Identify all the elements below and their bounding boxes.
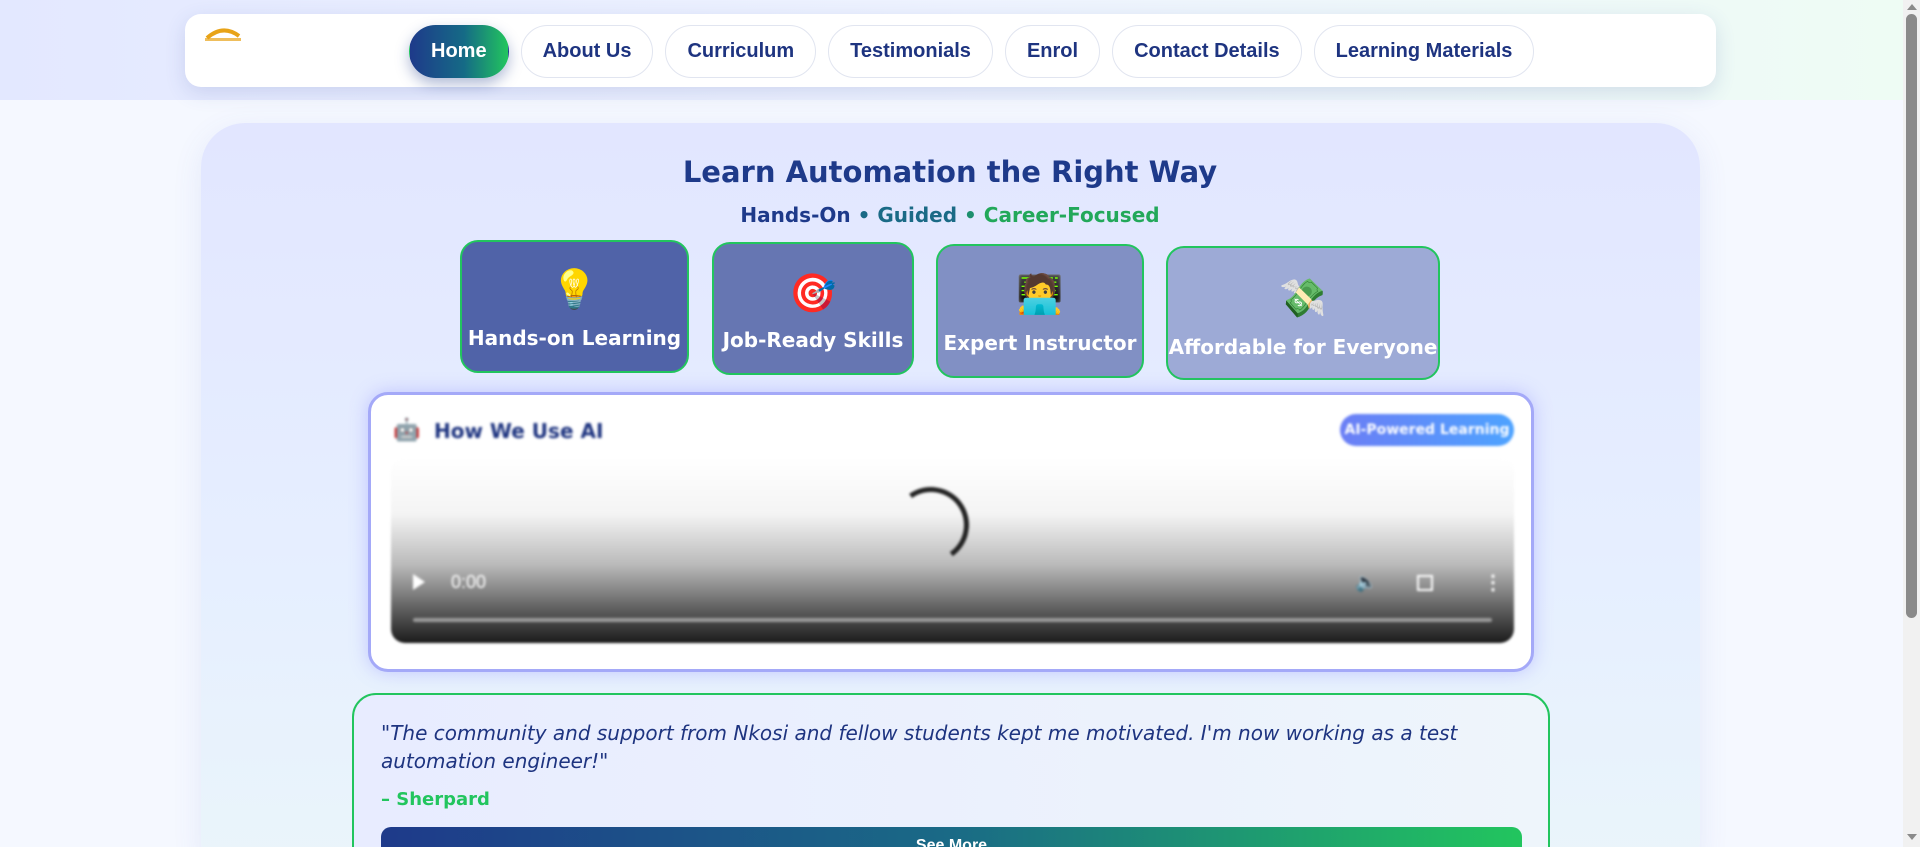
- lightbulb-icon: 💡: [550, 267, 599, 311]
- loading-spinner-icon: [886, 480, 976, 570]
- feature-card-affordable: 💸 Affordable for Everyone: [1166, 246, 1440, 380]
- feature-card-instructor: 🧑‍💻 Expert Instructor: [936, 244, 1144, 378]
- see-more-button[interactable]: See More: [381, 827, 1522, 847]
- scroll-up-icon[interactable]: [1907, 4, 1917, 10]
- feature-label: Expert Instructor: [943, 331, 1137, 355]
- play-icon[interactable]: [413, 574, 425, 590]
- video-time: 0:00: [451, 572, 487, 592]
- subtitle-separator: •: [957, 203, 984, 227]
- subtitle-career-focused: Career-Focused: [983, 203, 1160, 227]
- scroll-down-icon[interactable]: [1907, 834, 1917, 840]
- video-progress-bar[interactable]: [413, 618, 1492, 622]
- instructor-icon: 🧑‍💻: [1016, 272, 1064, 316]
- nav-about-us[interactable]: About Us: [520, 24, 654, 78]
- feature-card-job-ready: 🎯 Job-Ready Skills: [712, 242, 914, 375]
- feature-card-hands-on: 💡 Hands-on Learning: [460, 240, 689, 373]
- ai-video-card: 🤖 How We Use AI AI-Powered Learning 0:00…: [368, 392, 1534, 672]
- nav-contact-details[interactable]: Contact Details: [1112, 24, 1302, 78]
- money-icon: 💸: [1279, 276, 1327, 320]
- navbar: Home About Us Curriculum Testimonials En…: [185, 14, 1716, 87]
- page-scrollbar[interactable]: [1903, 0, 1920, 847]
- more-options-icon[interactable]: ⋮: [1483, 570, 1503, 595]
- subtitle-separator: •: [850, 203, 878, 227]
- nav-home[interactable]: Home: [409, 24, 509, 78]
- nav-learning-materials[interactable]: Learning Materials: [1313, 24, 1535, 78]
- feature-label: Affordable for Everyone: [1168, 335, 1438, 359]
- nav-curriculum[interactable]: Curriculum: [665, 24, 817, 78]
- ai-powered-badge: AI-Powered Learning: [1340, 414, 1514, 446]
- feature-label: Hands-on Learning: [467, 326, 682, 350]
- robot-icon: 🤖: [393, 417, 421, 442]
- nav-links: Home About Us Curriculum Testimonials En…: [409, 24, 1546, 78]
- hero-subtitle: Hands-On • Guided • Career-Focused: [0, 203, 1900, 227]
- logo-icon[interactable]: [203, 24, 247, 52]
- testimonial-card: "The community and support from Nkosi an…: [352, 693, 1550, 847]
- testimonial-quote: "The community and support from Nkosi an…: [381, 721, 1458, 773]
- subtitle-hands-on: Hands-On: [740, 203, 851, 227]
- ai-section-title: How We Use AI: [434, 419, 604, 443]
- video-player[interactable]: 0:00 🔈 ⋮: [391, 458, 1514, 643]
- nav-testimonials[interactable]: Testimonials: [828, 24, 993, 78]
- volume-icon[interactable]: 🔈: [1355, 572, 1377, 593]
- target-icon: 🎯: [789, 271, 837, 315]
- scrollbar-thumb[interactable]: [1906, 14, 1917, 618]
- fullscreen-icon[interactable]: [1417, 575, 1433, 591]
- feature-label: Job-Ready Skills: [722, 328, 904, 352]
- nav-enrol[interactable]: Enrol: [1004, 24, 1101, 78]
- testimonial-author: – Sherpard: [381, 789, 490, 810]
- hero-title: Learn Automation the Right Way: [682, 155, 1218, 189]
- subtitle-guided: Guided: [877, 203, 958, 227]
